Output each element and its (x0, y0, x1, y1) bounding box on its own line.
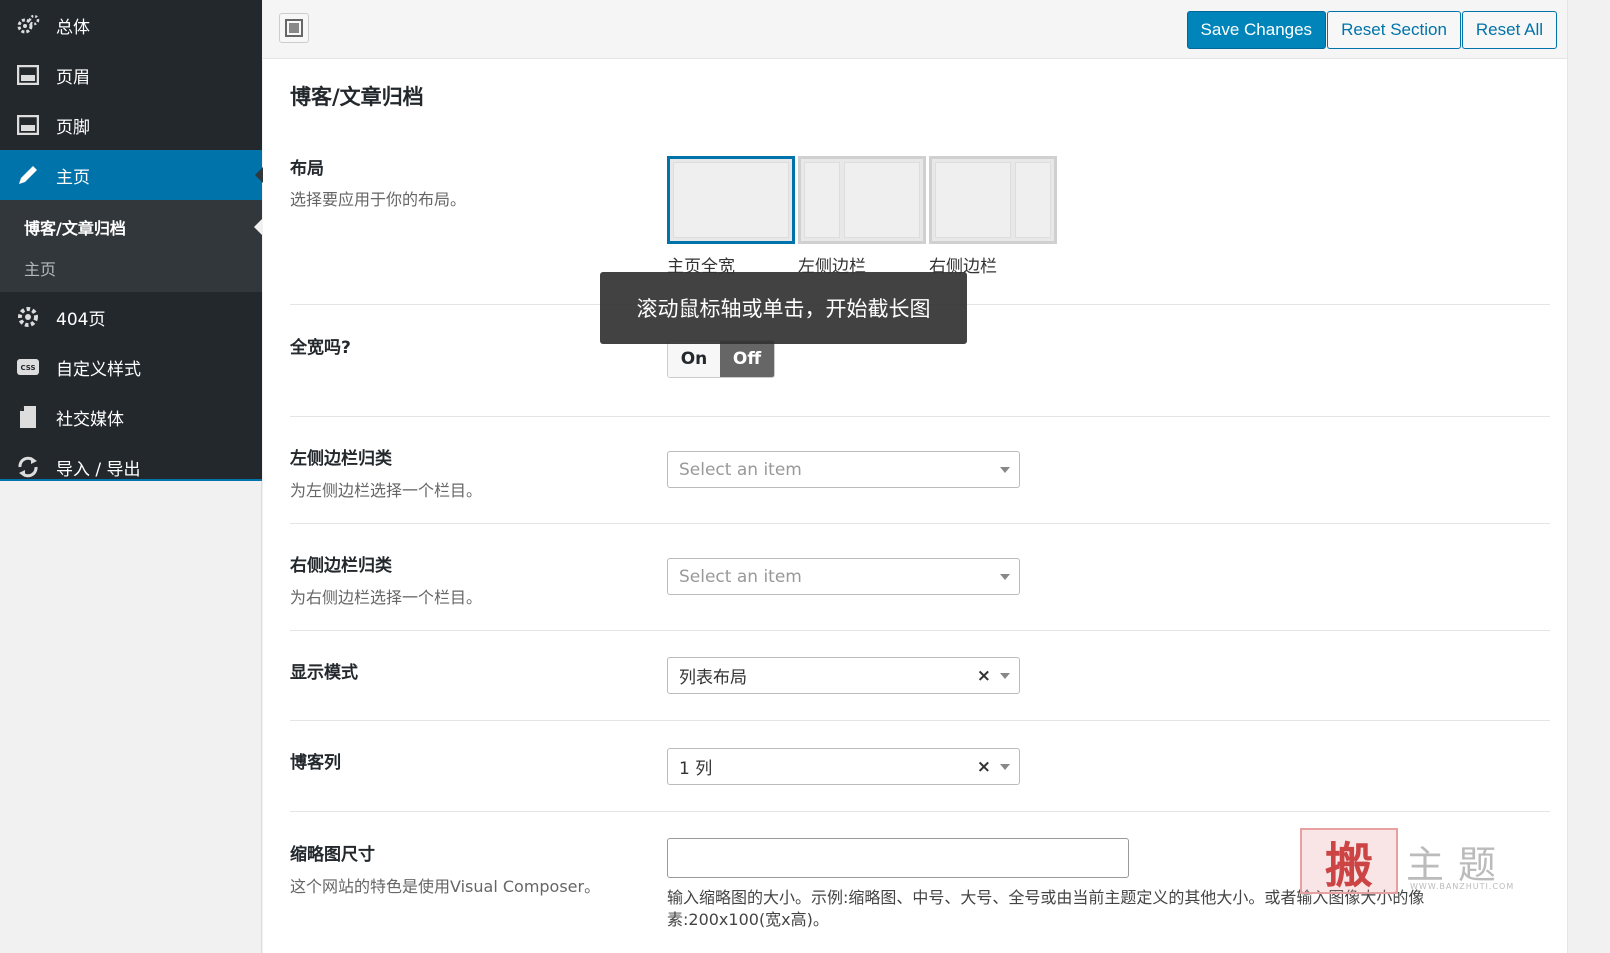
header-layout-icon (16, 63, 40, 87)
admin-sidebar: 总体 页眉 页脚 主页 博客/文章归档 主页 404页 CSS 自定义样式 社交… (0, 0, 263, 953)
sidebar-item-label: 社交媒体 (56, 409, 124, 430)
sidebar-item-label: 总体 (56, 17, 90, 38)
gears-icon (16, 13, 40, 37)
chevron-down-icon (1000, 467, 1010, 473)
watermark-url: WWW.BANZHUTI.COM (1410, 882, 1515, 891)
sidebar-menu: 总体 页眉 页脚 主页 博客/文章归档 主页 404页 CSS 自定义样式 社交… (0, 0, 263, 481)
field-description: 这个网站的特色是使用Visual Composer。 (290, 877, 601, 896)
screenshot-tooltip: 滚动鼠标轴或单击，开始截长图 (600, 272, 967, 344)
select-value: 列表布局 (679, 668, 747, 688)
field-row-right-category: 右侧边栏归类 为右侧边栏选择一个栏目。 Select an item (290, 524, 1550, 631)
submenu-item-home[interactable]: 主页 (0, 247, 262, 288)
watermark-text: 主题 (1406, 842, 1511, 887)
field-label: 显示模式 (290, 663, 358, 683)
sidebar-item-label: 自定义样式 (56, 359, 141, 380)
chevron-down-icon (1000, 574, 1010, 580)
pencil-icon (16, 163, 40, 187)
field-description: 为左侧边栏选择一个栏目。 (290, 481, 483, 500)
toolbar-buttons: Save Changes Reset Section Reset All (1186, 11, 1557, 49)
sidebar-item-label: 导入 / 导出 (56, 459, 141, 480)
homepage-submenu: 博客/文章归档 主页 (0, 200, 262, 292)
sidebar-item-label: 主页 (56, 167, 90, 188)
section-content: 博客/文章归档 (263, 81, 1567, 123)
select-value: 1 列 (679, 759, 713, 779)
reset-section-button[interactable]: Reset Section (1327, 11, 1461, 49)
right-category-select[interactable]: Select an item (667, 558, 1020, 595)
expand-options-button[interactable] (279, 13, 309, 43)
options-toolbar: Save Changes Reset Section Reset All (263, 0, 1567, 59)
section-title: 博客/文章归档 (290, 85, 424, 109)
sidebar-item-social-media[interactable]: 社交媒体 (0, 392, 262, 442)
document-icon (16, 405, 40, 429)
field-label: 缩略图尺寸 (290, 845, 375, 865)
layout-option-left-sidebar[interactable] (798, 156, 926, 244)
sidebar-item-label: 404页 (56, 309, 106, 330)
field-label: 右侧边栏归类 (290, 556, 392, 576)
select-placeholder: Select an item (679, 459, 802, 480)
sidebar-item-header[interactable]: 页眉 (0, 50, 262, 100)
blog-columns-select[interactable]: 1 列 × (667, 748, 1020, 785)
sidebar-item-general[interactable]: 总体 (0, 0, 262, 50)
sidebar-item-404[interactable]: 404页 (0, 292, 262, 342)
field-row-blog-columns: 博客列 1 列 × (290, 721, 1550, 812)
sidebar-item-label: 页眉 (56, 67, 90, 88)
thumbnail-size-input[interactable] (667, 838, 1129, 878)
sidebar-item-footer[interactable]: 页脚 (0, 100, 262, 150)
chevron-down-icon (1000, 673, 1010, 679)
sidebar-item-label: 页脚 (56, 117, 90, 138)
layout-option-fullwidth[interactable] (667, 156, 795, 244)
field-label: 布局 (290, 159, 324, 179)
watermark-logo: 搬 主题 WWW.BANZHUTI.COM (1300, 826, 1530, 896)
svg-text:CSS: CSS (20, 364, 35, 372)
select-placeholder: Select an item (679, 566, 802, 587)
field-row-left-category: 左侧边栏归类 为左侧边栏选择一个栏目。 Select an item (290, 417, 1550, 524)
watermark-seal: 搬 (1300, 828, 1398, 894)
field-description: 选择要应用于你的布局。 (290, 190, 467, 209)
fullwidth-toggle[interactable]: On Off (667, 340, 775, 378)
left-category-select[interactable]: Select an item (667, 451, 1020, 488)
field-label: 博客列 (290, 753, 341, 773)
toggle-on-option[interactable]: On (668, 341, 720, 377)
display-mode-select[interactable]: 列表布局 × (667, 657, 1020, 694)
save-changes-button[interactable]: Save Changes (1186, 11, 1327, 49)
submenu-item-blog-archive[interactable]: 博客/文章归档 (0, 206, 262, 247)
sidebar-item-homepage[interactable]: 主页 (0, 150, 263, 200)
field-label: 左侧边栏归类 (290, 449, 392, 469)
panel-layout-icon (285, 19, 303, 37)
clear-icon[interactable]: × (977, 666, 991, 686)
field-label: 全宽吗? (290, 338, 351, 358)
field-description: 为右侧边栏选择一个栏目。 (290, 588, 483, 607)
sidebar-item-custom-css[interactable]: CSS 自定义样式 (0, 342, 262, 392)
layout-option-right-sidebar[interactable] (929, 156, 1057, 244)
chevron-down-icon (1000, 764, 1010, 770)
options-panel: Save Changes Reset Section Reset All 博客/… (263, 0, 1568, 953)
reset-all-button[interactable]: Reset All (1461, 11, 1557, 49)
toggle-off-option[interactable]: Off (720, 341, 774, 377)
refresh-icon (16, 455, 40, 479)
sidebar-item-import-export[interactable]: 导入 / 导出 (0, 442, 262, 492)
clear-icon[interactable]: × (977, 757, 991, 777)
css-icon: CSS (16, 355, 40, 379)
footer-layout-icon (16, 113, 40, 137)
gear-icon (16, 305, 40, 329)
field-row-display-mode: 显示模式 列表布局 × (290, 631, 1550, 721)
